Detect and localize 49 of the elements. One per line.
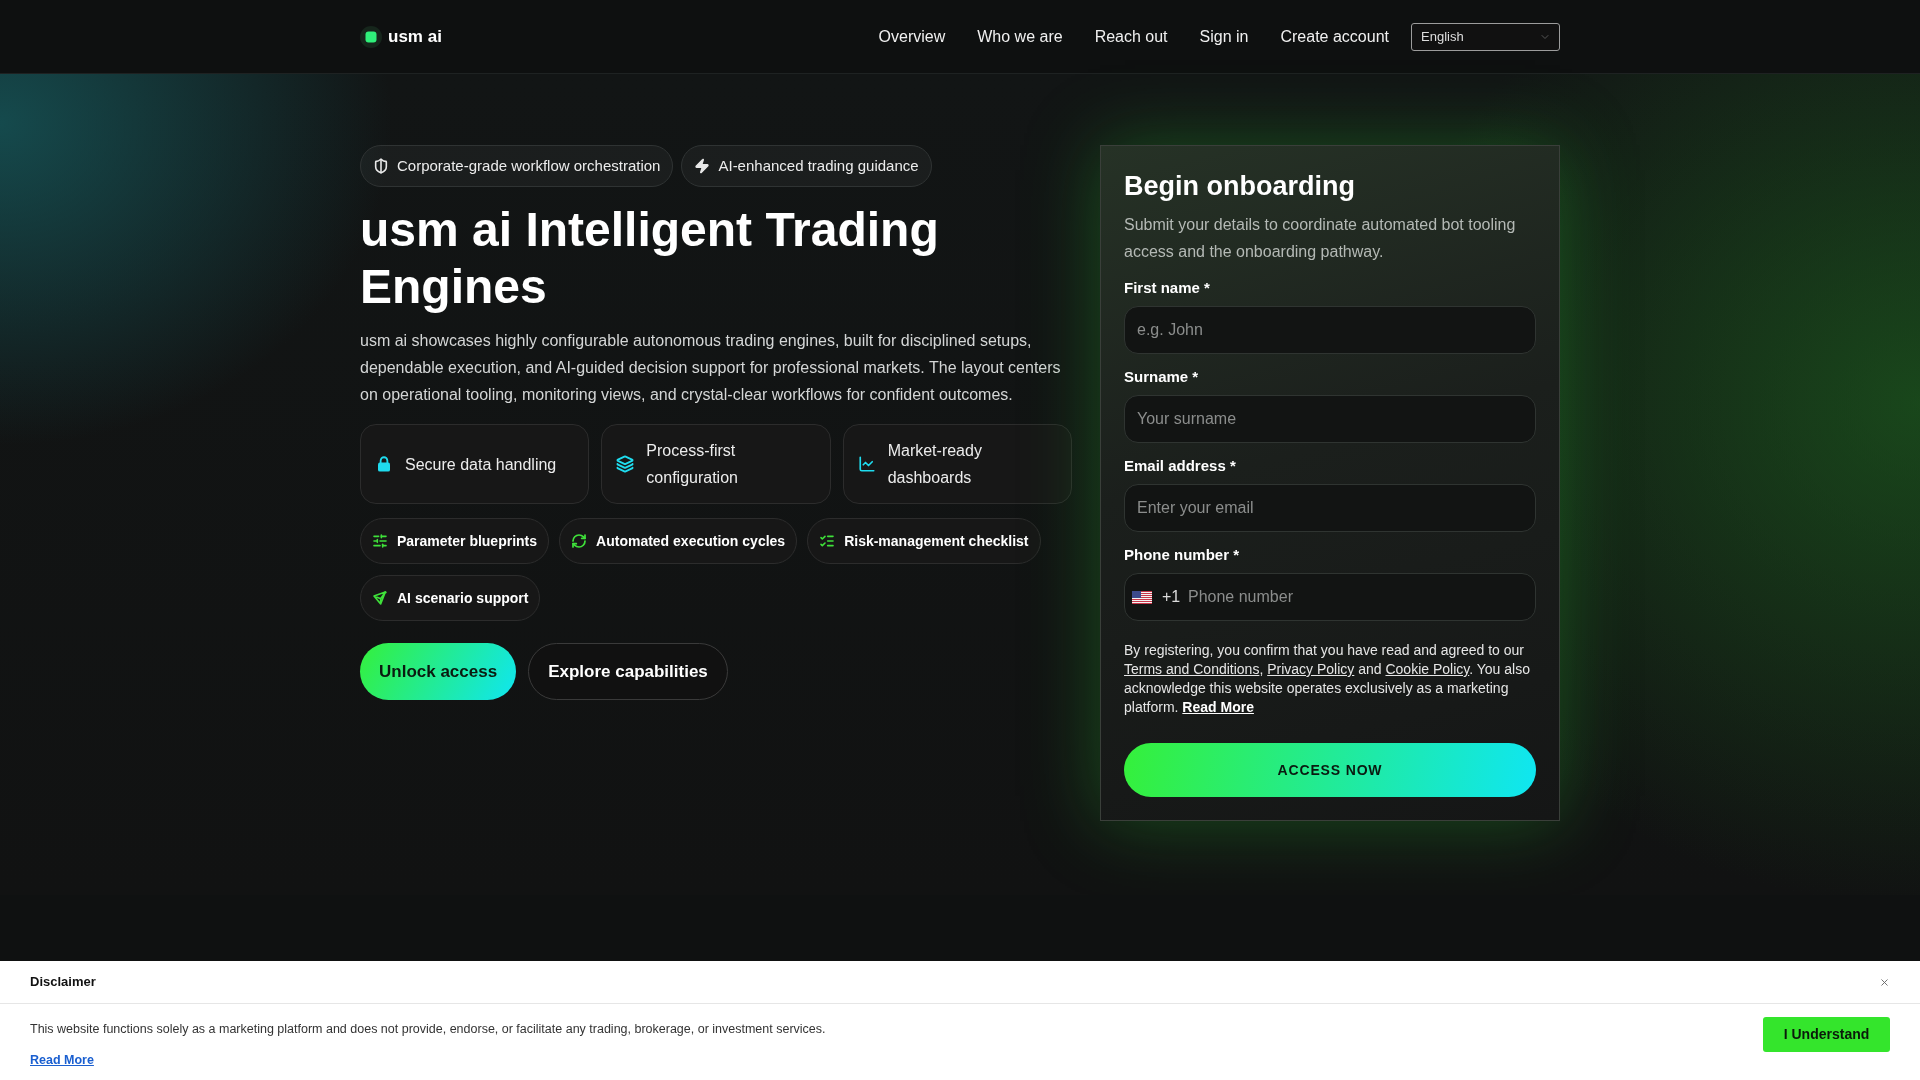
text-input-field[interactable]: e.g. John [1124, 306, 1536, 354]
field-label: Surname * [1124, 368, 1200, 386]
policy-link[interactable]: Privacy Policy [1267, 661, 1355, 677]
form-description: Submit your details to coordinate automated bot tooling access and the onboarding pathway. [1124, 215, 1517, 262]
nav-link[interactable]: Sign in [1199, 24, 1249, 49]
feature-label: Process-first configuration [646, 441, 739, 488]
field-label: Email address * [1124, 457, 1237, 475]
chip-label: AI scenario support [397, 588, 529, 608]
nav-link[interactable]: Create account [1280, 24, 1389, 49]
language-select[interactable]: English [1411, 22, 1560, 51]
read-more-link[interactable]: Read More [30, 1050, 94, 1070]
lock-icon [375, 455, 393, 473]
field-label: Phone number * [1124, 546, 1240, 564]
disclaimer-text: This website functions solely as a marketing platform and does not provide, endorse, or facilitate any trading, brokerage, or investment services. [30, 1021, 826, 1038]
paper-plane-icon [372, 590, 388, 606]
logo-text: usm ai [388, 25, 442, 48]
hero-title: usm ai Intelligent Trading Engines [360, 202, 940, 315]
field-label: First name * [1124, 279, 1211, 297]
lightning-icon [694, 158, 711, 174]
email-input-field[interactable]: Enter your email [1124, 484, 1536, 532]
sliders-icon [372, 533, 388, 549]
logo-mark-icon [360, 25, 382, 48]
nav-link[interactable]: Who we are [977, 24, 1063, 49]
refresh-icon [571, 533, 588, 549]
chip-label: Automated execution cycles [596, 531, 786, 551]
nav-link[interactable]: Reach out [1094, 24, 1168, 49]
hero-description: usm ai showcases highly configurable autonomous trading engines, built for disciplined setups, dependable execution, and AI-guided decision support for professional markets. The layout centers on operational tooling, monitoring views, and crystal-clear workflows for confident outcomes. [360, 331, 1062, 405]
chip-label: Parameter blueprints [397, 531, 538, 551]
shield-icon [373, 158, 389, 174]
cta-button[interactable]: Unlock access [360, 643, 517, 700]
layers-icon [616, 455, 635, 473]
badge-label: Corporate-grade workflow orchestration [397, 155, 661, 176]
badge-label: AI-enhanced trading guidance [718, 155, 919, 176]
feature-label: Market-ready dashboards [887, 441, 983, 488]
dial-code: +1 [1162, 587, 1181, 607]
accept-button[interactable]: I Understand [1763, 1017, 1890, 1052]
disclaimer-title: Disclaimer [30, 973, 96, 992]
text-input-field[interactable]: Your surname [1124, 395, 1536, 443]
chip-label: Risk-management checklist [844, 531, 1029, 551]
close-icon [1879, 976, 1890, 988]
read-more-link[interactable]: Read More [1182, 699, 1254, 715]
form-title: Begin onboarding [1124, 170, 1356, 203]
nav-link[interactable]: Overview [878, 24, 946, 49]
submit-button[interactable]: ACCESS NOW [1124, 743, 1536, 797]
checklist-icon [819, 533, 836, 549]
outline-button[interactable]: Explore capabilities [528, 643, 728, 700]
consent-text: By registering, you confirm that you have read and agreed to our Terms and Conditions, Privacy Policy and Cookie Policy. You also acknowledge this website operates exclusively as a marketing platform. Read More [1124, 641, 1531, 717]
feature-label: Secure data handling [405, 454, 557, 475]
line-chart-icon [857, 455, 876, 473]
